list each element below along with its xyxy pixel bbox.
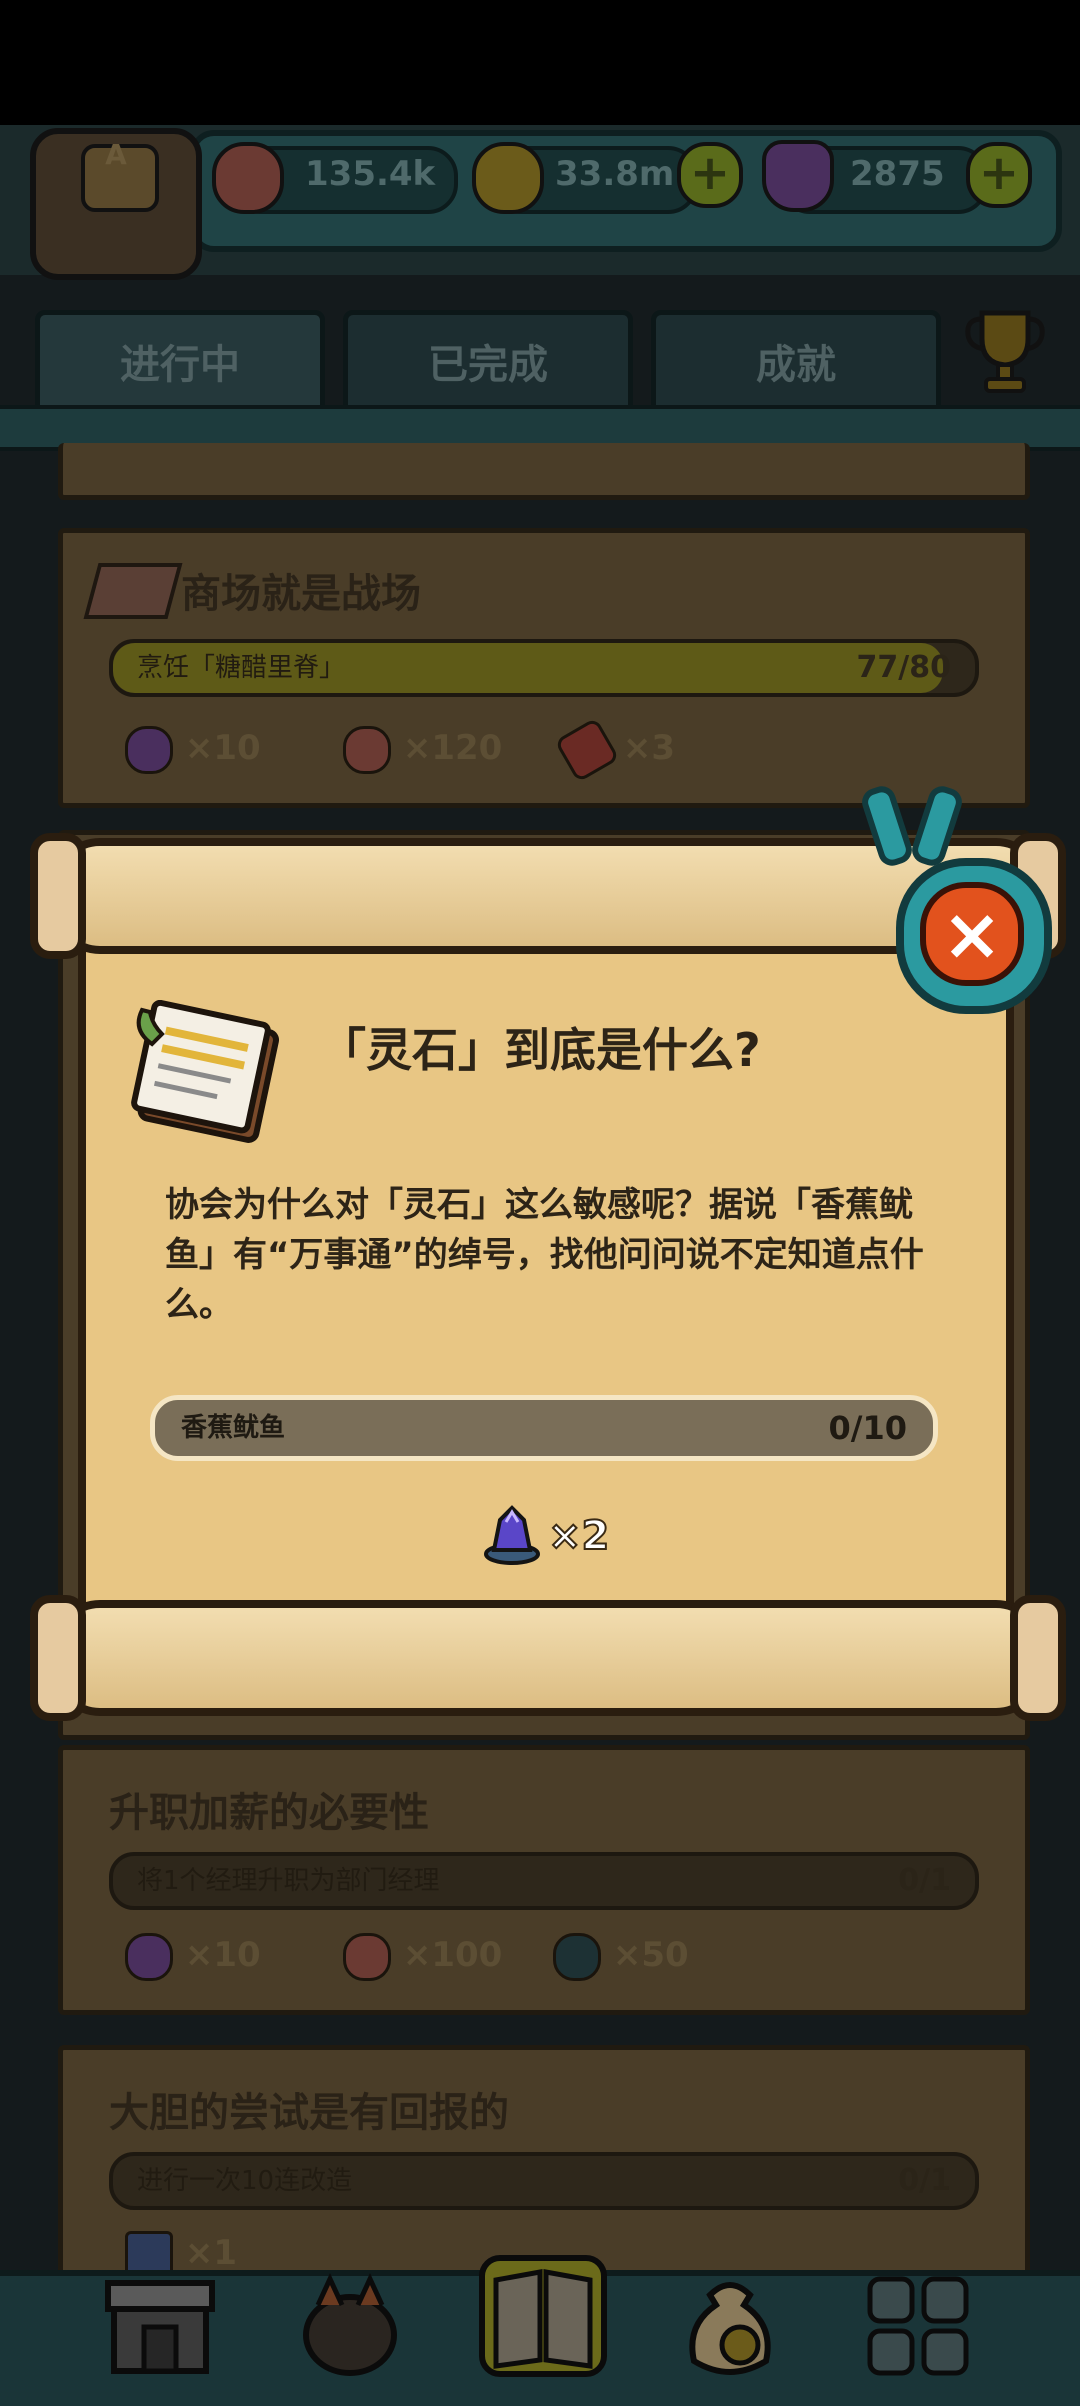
spirit-stone-icon [484, 1505, 540, 1565]
scroll-rod-bottom [30, 1595, 1066, 1721]
notebook-icon [131, 1000, 279, 1143]
rod-cap [1010, 1595, 1066, 1721]
dialog-task-progress: 0/10 [828, 1409, 907, 1447]
dialog-title: 「灵石」到底是什么? [320, 1023, 761, 1077]
rod-cap [30, 833, 86, 959]
status-bar [0, 0, 1080, 125]
dialog-progress-bar: 香蕉鱿鱼 0/10 [150, 1395, 938, 1461]
dialog-description: 协会为什么对「灵石」这么敏感呢？据说「香蕉鱿鱼」有“万事通”的绰号，找他问问说不… [165, 1185, 924, 1325]
close-button[interactable]: × [896, 858, 1052, 1014]
rod-cap [30, 1595, 86, 1721]
reward-amount: ×2 [547, 1512, 610, 1560]
dialog-task-label: 香蕉鱿鱼 [181, 1413, 286, 1443]
close-icon[interactable]: × [926, 888, 1018, 980]
close-button-face[interactable]: × [920, 882, 1024, 986]
